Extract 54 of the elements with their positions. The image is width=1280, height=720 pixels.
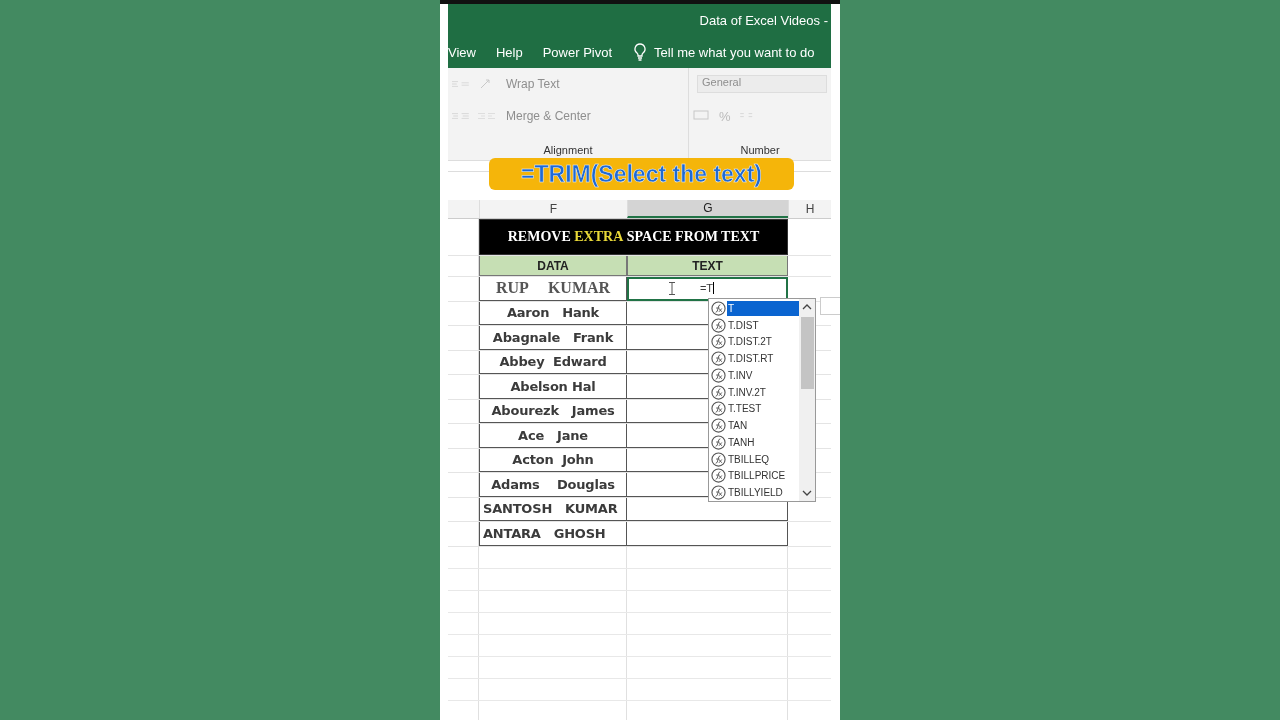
currency-icon: [693, 109, 711, 123]
table-cell: Abbey Edward: [479, 350, 627, 374]
group-label: Number: [739, 144, 781, 156]
function-item[interactable]: TBILLYIELD: [709, 484, 799, 501]
function-item[interactable]: TBILLEQ: [709, 450, 799, 468]
function-icon: [711, 468, 726, 484]
table-cell: Acton John: [479, 448, 627, 472]
table-cell: ANTARA GHOSH: [479, 522, 627, 546]
ribbon-tab[interactable]: View: [448, 44, 476, 60]
text-cursor-icon: [669, 282, 675, 295]
table-title: REMOVE EXTRA SPACE FROM TEXT: [507, 229, 760, 245]
table-cell: Abagnale Frank: [479, 326, 627, 350]
table-cell: Adams Douglas: [479, 473, 627, 497]
column-header[interactable]: H: [788, 200, 831, 218]
function-icon: [711, 384, 726, 400]
scrollbar[interactable]: [799, 299, 815, 501]
table-cell: Abourezk James: [479, 399, 627, 423]
active-cell[interactable]: =T: [627, 277, 788, 301]
scroll-up-icon[interactable]: [802, 303, 812, 311]
caption-banner: =TRIM(Select the text): [489, 158, 794, 190]
tell-me-field[interactable]: Tell me what you want to do: [654, 44, 835, 60]
column-header[interactable]: G: [627, 200, 788, 218]
function-icon: [711, 434, 726, 450]
function-item[interactable]: T.DIST.RT: [709, 350, 799, 367]
function-icon: [711, 351, 726, 367]
function-icon: [711, 451, 726, 467]
scroll-down-icon[interactable]: [802, 489, 812, 497]
function-icon: [711, 418, 726, 434]
function-icon: [711, 401, 726, 417]
function-icon: [711, 334, 726, 350]
function-item[interactable]: T.TEST: [709, 400, 799, 418]
function-icon: [711, 317, 726, 333]
lightbulb-icon: [632, 43, 649, 61]
table-cell: RUP KUMAR: [479, 277, 627, 301]
table-cell: Aaron Hank: [479, 301, 627, 325]
function-item[interactable]: T.INV.2T: [709, 383, 799, 401]
function-item[interactable]: TAN: [709, 417, 799, 434]
function-item[interactable]: TANH: [709, 434, 799, 451]
header-cell: DATA: [479, 256, 627, 276]
function-item[interactable]: T.INV: [709, 367, 799, 384]
window-title: Data of Excel Videos -: [699, 12, 828, 28]
function-item[interactable]: T.DIST: [709, 316, 799, 334]
function-item[interactable]: T.DIST.2T: [709, 333, 799, 351]
function-item[interactable]: TBILLPRICE: [709, 467, 799, 485]
scroll-thumb[interactable]: [800, 317, 814, 389]
function-icon: [711, 367, 726, 383]
table-cell: SANTOSH KUMAR: [479, 497, 627, 521]
ribbon-tab[interactable]: Help: [495, 44, 523, 60]
header-cell: TEXT: [627, 256, 788, 276]
ribbon-tab[interactable]: Power Pivot: [542, 44, 613, 60]
cell-text: =T: [699, 282, 714, 295]
table-cell: Ace Jane: [479, 424, 627, 448]
table-cell: Abelson Hal: [479, 375, 627, 399]
group-label: Alignment: [542, 144, 594, 156]
